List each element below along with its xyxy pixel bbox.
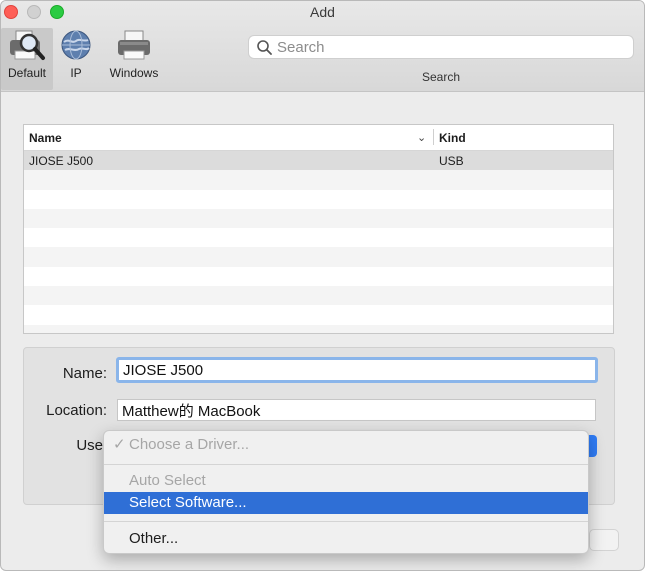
column-divider[interactable] bbox=[433, 129, 434, 145]
window-title: Add bbox=[310, 4, 335, 20]
table-body: JIOSE J500 USB bbox=[24, 151, 613, 333]
printer-magnifier-icon bbox=[10, 30, 45, 60]
toolbar-windows-label: Windows bbox=[109, 66, 159, 80]
empty-row bbox=[24, 324, 613, 333]
search-input[interactable] bbox=[277, 38, 617, 56]
menu-item-choose-driver-label: Choose a Driver... bbox=[129, 436, 250, 453]
search-label: Search bbox=[421, 70, 461, 84]
location-label: Location: bbox=[46, 402, 107, 419]
menu-item-choose-driver: ✓ Choose a Driver... bbox=[104, 434, 588, 456]
empty-row bbox=[24, 170, 613, 190]
toolbar-ip-label: IP bbox=[70, 66, 82, 80]
empty-row bbox=[24, 247, 613, 267]
globe-icon bbox=[61, 30, 91, 60]
add-printer-window: Add Default IP Windows Search Search Nam… bbox=[0, 0, 645, 571]
column-header-name[interactable]: Name bbox=[29, 131, 62, 145]
empty-row bbox=[24, 305, 613, 324]
printer-icon bbox=[118, 30, 150, 60]
toolbar: Add Default IP Windows Search Search bbox=[1, 1, 644, 92]
printer-list-table[interactable]: Name ⌄ Kind JIOSE J500 USB bbox=[23, 124, 614, 334]
menu-item-select-software[interactable]: Select Software... bbox=[104, 492, 588, 514]
toolbar-default-label: Default bbox=[7, 66, 47, 80]
driver-dropdown-menu: ✓ Choose a Driver... Auto Select Select … bbox=[103, 430, 589, 554]
empty-row bbox=[24, 286, 613, 306]
printer-kind-cell: USB bbox=[439, 154, 464, 168]
menu-item-auto-select-label: Auto Select bbox=[129, 472, 206, 489]
search-icon bbox=[257, 40, 272, 55]
add-button[interactable] bbox=[589, 529, 619, 551]
location-field[interactable] bbox=[117, 399, 596, 421]
use-label: Use bbox=[76, 437, 103, 454]
menu-item-select-software-label: Select Software... bbox=[129, 494, 247, 511]
toolbar-windows-button[interactable]: Windows bbox=[101, 28, 167, 80]
toolbar-default-button[interactable]: Default bbox=[1, 28, 53, 90]
search-field[interactable] bbox=[248, 35, 634, 59]
empty-row bbox=[24, 267, 613, 286]
table-header: Name ⌄ Kind bbox=[24, 125, 613, 151]
empty-row bbox=[24, 208, 613, 229]
menu-item-auto-select: Auto Select bbox=[104, 470, 588, 492]
menu-separator bbox=[104, 464, 588, 465]
checkmark-icon: ✓ bbox=[113, 436, 126, 453]
menu-item-other-label: Other... bbox=[129, 530, 179, 547]
toolbar-ip-button[interactable]: IP bbox=[57, 28, 95, 80]
menu-item-other[interactable]: Other... bbox=[104, 528, 588, 550]
sort-chevron-down-icon[interactable]: ⌄ bbox=[417, 131, 426, 144]
menu-separator bbox=[104, 521, 588, 522]
table-row[interactable]: JIOSE J500 USB bbox=[24, 151, 613, 171]
empty-row bbox=[24, 190, 613, 209]
column-header-kind[interactable]: Kind bbox=[439, 131, 466, 145]
name-label: Name: bbox=[62, 365, 107, 382]
printer-name-cell: JIOSE J500 bbox=[29, 154, 94, 168]
printer-name-field[interactable] bbox=[116, 357, 598, 383]
empty-row bbox=[24, 228, 613, 247]
